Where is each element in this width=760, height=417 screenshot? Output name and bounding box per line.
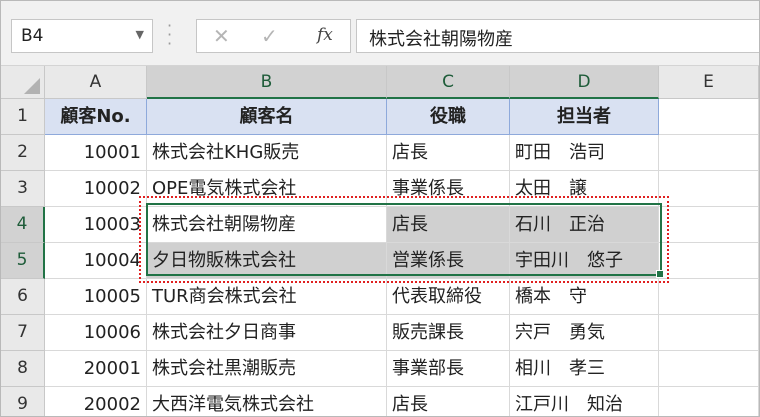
cell-e2[interactable] [659, 135, 759, 171]
formula-input[interactable]: 株式会社朝陽物産 [356, 19, 759, 53]
cell-b8[interactable]: 株式会社黒潮販売 [147, 351, 387, 387]
row-header-9[interactable]: 9 [1, 387, 45, 416]
row-header-6[interactable]: 6 [1, 279, 45, 315]
cell-c3[interactable]: 事業係長 [387, 171, 510, 207]
cell-a5[interactable]: 10004 [45, 243, 147, 279]
row-header-3[interactable]: 3 [1, 171, 45, 207]
column-header-d[interactable]: D [510, 66, 659, 99]
select-all-triangle-icon [24, 78, 40, 94]
select-all-button[interactable] [1, 66, 45, 99]
column-header-b[interactable]: B [147, 66, 387, 99]
cell-e6[interactable] [659, 279, 759, 315]
cell-b6[interactable]: TUR商会株式会社 [147, 279, 387, 315]
cell-b1[interactable]: 顧客名 [147, 99, 387, 135]
column-header-a[interactable]: A [45, 66, 147, 99]
formula-bar-splitter[interactable]: · · · [167, 18, 173, 52]
insert-function-icon[interactable]: fx [317, 25, 333, 45]
worksheet-grid: A B C D E 1 2 3 4 5 6 7 8 9 顧客No. 顧客名 役職… [1, 66, 759, 416]
cell-a6[interactable]: 10005 [45, 279, 147, 315]
cell-e5[interactable] [659, 243, 759, 279]
row-header-7[interactable]: 7 [1, 315, 45, 351]
cell-c7[interactable]: 販売課長 [387, 315, 510, 351]
cell-e4[interactable] [659, 207, 759, 243]
cell-b9[interactable]: 大西洋電気株式会社 [147, 387, 387, 416]
cell-e3[interactable] [659, 171, 759, 207]
formula-buttons: ✕ ✓ fx [196, 19, 351, 53]
cell-d8[interactable]: 相川 孝三 [510, 351, 659, 387]
excel-window: B4 ▼ · · · ✕ ✓ fx 株式会社朝陽物産 A B C D E 1 2 3… [0, 0, 760, 417]
row-header-8[interactable]: 8 [1, 351, 45, 387]
cell-d6[interactable]: 橋本 守 [510, 279, 659, 315]
row-header-4[interactable]: 4 [1, 207, 45, 243]
cell-c1[interactable]: 役職 [387, 99, 510, 135]
row-header-2[interactable]: 2 [1, 135, 45, 171]
cell-b3[interactable]: OPE電気株式会社 [147, 171, 387, 207]
cell-a4[interactable]: 10003 [45, 207, 147, 243]
cell-d4[interactable]: 石川 正治 [510, 207, 659, 243]
formula-bar: B4 ▼ · · · ✕ ✓ fx 株式会社朝陽物産 [1, 1, 759, 66]
cancel-icon[interactable]: ✕ [213, 24, 230, 48]
column-header-e[interactable]: E [659, 66, 759, 99]
cell-a7[interactable]: 10006 [45, 315, 147, 351]
formula-value: 株式会社朝陽物産 [369, 29, 513, 50]
row-header-5[interactable]: 5 [1, 243, 45, 279]
cell-b4-active[interactable]: 株式会社朝陽物産 [147, 207, 387, 243]
cell-c6[interactable]: 代表取締役 [387, 279, 510, 315]
cell-a3[interactable]: 10002 [45, 171, 147, 207]
chevron-down-icon[interactable]: ▼ [136, 28, 144, 41]
column-header-c[interactable]: C [387, 66, 510, 99]
name-box[interactable]: B4 ▼ [11, 19, 153, 53]
enter-icon[interactable]: ✓ [261, 24, 278, 48]
cell-a9[interactable]: 20002 [45, 387, 147, 416]
cell-d3[interactable]: 太田 譲 [510, 171, 659, 207]
cell-e8[interactable] [659, 351, 759, 387]
cell-a1[interactable]: 顧客No. [45, 99, 147, 135]
cell-e7[interactable] [659, 315, 759, 351]
name-box-value: B4 [21, 26, 44, 46]
cell-d7[interactable]: 宍戸 勇気 [510, 315, 659, 351]
cell-d2[interactable]: 町田 浩司 [510, 135, 659, 171]
cell-b5[interactable]: 夕日物販株式会社 [147, 243, 387, 279]
cell-c2[interactable]: 店長 [387, 135, 510, 171]
cell-a8[interactable]: 20001 [45, 351, 147, 387]
cell-c9[interactable]: 店長 [387, 387, 510, 416]
cell-d1[interactable]: 担当者 [510, 99, 659, 135]
cell-d5[interactable]: 宇田川 悠子 [510, 243, 659, 279]
row-header-1[interactable]: 1 [1, 99, 45, 135]
cell-b7[interactable]: 株式会社夕日商事 [147, 315, 387, 351]
cell-d9[interactable]: 江戸川 知治 [510, 387, 659, 416]
cell-b2[interactable]: 株式会社KHG販売 [147, 135, 387, 171]
cell-e9[interactable] [659, 387, 759, 416]
cell-e1[interactable] [659, 99, 759, 135]
cell-a2[interactable]: 10001 [45, 135, 147, 171]
cell-c5[interactable]: 営業係長 [387, 243, 510, 279]
cell-c8[interactable]: 事業部長 [387, 351, 510, 387]
cell-c4[interactable]: 店長 [387, 207, 510, 243]
